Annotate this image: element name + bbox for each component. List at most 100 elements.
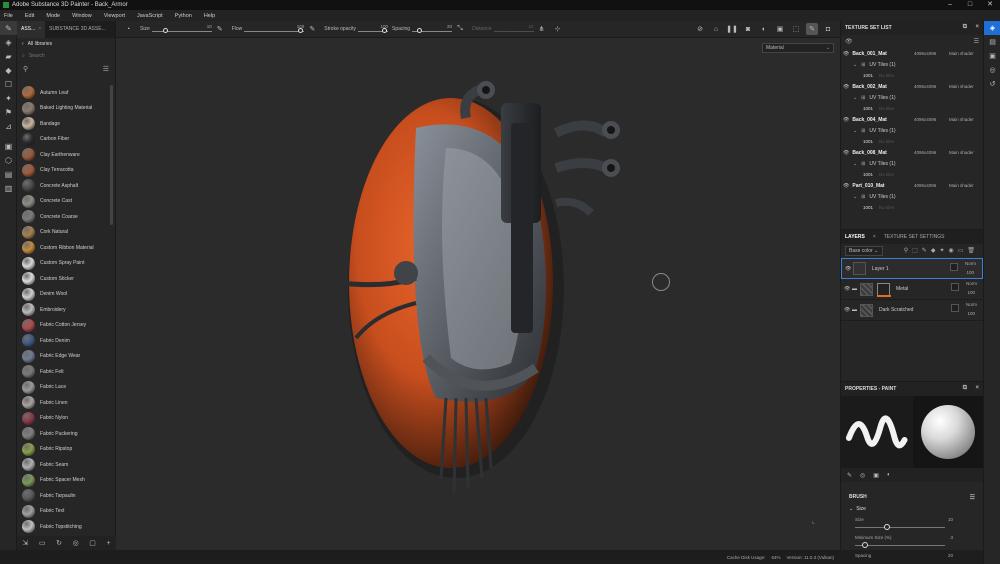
material-item[interactable]: Fabric Text — [17, 504, 109, 520]
menu-window[interactable]: Window — [72, 13, 92, 19]
layer-mask-toggle[interactable] — [951, 283, 959, 291]
brush-tab-icon[interactable]: ✎ — [847, 472, 852, 479]
eye-icon[interactable]: 👁 — [843, 183, 849, 189]
eye-icon[interactable]: 👁 — [843, 51, 849, 57]
photo-icon[interactable]: ▣ — [774, 23, 786, 35]
layer-tools[interactable]: ⚲⬚✎◆✦◉▭🗑 — [904, 247, 979, 254]
texture-set[interactable]: 👁 Part_010_Mat 4096x4096 Main shader ⌄ ⊞ UV Ti… — [841, 180, 983, 213]
clone-tool-icon[interactable]: ✦ — [0, 91, 17, 105]
texture-set-shader[interactable]: Main shader — [949, 51, 974, 56]
material-item[interactable]: Custom Spray Paint — [17, 256, 109, 272]
menu-viewport[interactable]: Viewport — [104, 13, 125, 19]
render-icon[interactable]: ◐ — [758, 23, 770, 35]
distance-slider[interactable]: 10 — [493, 24, 534, 34]
menu-mode[interactable]: Mode — [46, 13, 60, 19]
paint-tool-icon[interactable]: ✎ — [0, 21, 17, 35]
material-item[interactable]: Denim Wool — [17, 287, 109, 303]
brush-preset-icon[interactable]: ◔ — [122, 23, 134, 35]
chevron-down-icon[interactable]: ⌄ — [849, 506, 853, 512]
texture-set-shader[interactable]: Main shader — [949, 150, 974, 155]
material-tab-icon[interactable]: ◎ — [860, 472, 865, 479]
layer-row[interactable]: 👁 Layer 1 Norm 100 — [841, 258, 983, 279]
eye-icon[interactable]: 👁 — [843, 84, 849, 90]
channel-select[interactable]: Base color ⌄ — [845, 246, 883, 256]
refresh-icon[interactable]: ↻ — [56, 539, 62, 547]
material-item[interactable]: Fabric Nylon — [17, 411, 109, 427]
layer-blend-mode[interactable]: Norm — [966, 302, 977, 307]
texture-set-shader[interactable]: Main shader — [949, 84, 974, 89]
menu-file[interactable]: File — [4, 13, 13, 19]
layer-row[interactable]: 👁 ▬ Dark Scratched Norm 100 — [841, 300, 983, 321]
display-settings-icon[interactable]: ▤ — [984, 35, 1000, 49]
menu-help[interactable]: Help — [204, 13, 215, 19]
close-icon[interactable]: × — [38, 26, 41, 32]
alpha-tab-icon[interactable]: ▣ — [873, 472, 879, 479]
menu-edit[interactable]: Edit — [25, 13, 34, 19]
material-item[interactable]: Bandage — [17, 116, 109, 132]
close-icon[interactable]: × — [975, 385, 979, 391]
menu-icon[interactable]: ☰ — [970, 494, 975, 501]
material-item[interactable]: Fabric Denim — [17, 333, 109, 349]
env-icon[interactable]: ⬚ — [790, 23, 802, 35]
minimize-button[interactable]: – — [940, 0, 960, 10]
layer-opacity[interactable]: 100 — [967, 311, 975, 316]
eye-icon[interactable]: 👁 — [845, 38, 853, 45]
material-item[interactable]: Clay Terracotta — [17, 163, 109, 179]
smudge-tool-icon[interactable]: ☐ — [0, 77, 17, 91]
min-size-slider[interactable] — [855, 542, 945, 550]
texture-set-shader[interactable]: Main shader — [949, 117, 974, 122]
search-input[interactable]: ⌕ Search — [17, 50, 115, 62]
folder-icon[interactable]: ▭ — [39, 539, 46, 547]
maximize-button[interactable]: □ — [960, 0, 980, 10]
geometry-fill-icon[interactable]: ◆ — [0, 63, 17, 77]
shader-settings-icon[interactable]: ◎ — [984, 63, 1000, 77]
lazy-mouse-icon[interactable]: ⤡ — [454, 23, 466, 35]
material-item[interactable]: Custom Sticker — [17, 271, 109, 287]
mask-thumbnail[interactable] — [877, 282, 890, 296]
layer-mask-toggle[interactable] — [951, 304, 959, 312]
3d-view-icon[interactable]: ◙ — [742, 23, 754, 35]
material-item[interactable]: Cork Natural — [17, 225, 109, 241]
chevron-down-icon[interactable]: ⌄ — [853, 95, 857, 101]
bake-icon[interactable]: ▤ — [0, 167, 17, 181]
texture-set[interactable]: 👁 Back_008_Mat 4096x4096 Main shader ⌄ ⊞ UV Ti… — [841, 147, 983, 180]
eye-icon[interactable]: 👁 — [845, 266, 853, 272]
chevron-down-icon[interactable]: ⌄ — [853, 194, 857, 200]
prop-size-slider[interactable] — [855, 524, 945, 532]
polygon-fill-icon[interactable]: ⬡ — [0, 153, 17, 167]
layer-mask-toggle[interactable] — [950, 263, 958, 271]
breadcrumb[interactable]: ‹ All libraries — [17, 38, 115, 50]
eye-icon[interactable]: 👁 — [843, 117, 849, 123]
flow-slider[interactable]: 100 — [244, 24, 305, 34]
tab-assets[interactable]: ASS... × — [17, 21, 46, 38]
tab-layers-close-icon[interactable]: × — [869, 234, 880, 240]
pause-icon[interactable]: ❚❚ — [726, 23, 738, 35]
camera-icon[interactable]: ⌂ — [710, 23, 722, 35]
symmetry-icon[interactable]: ⋔ — [536, 23, 548, 35]
texture-set[interactable]: 👁 Back_004_Mat 4096x4096 Main shader ⌄ ⊞ UV Ti… — [841, 114, 983, 147]
material-item[interactable]: Fabric Cotton Jersey — [17, 318, 109, 334]
screenshot-icon[interactable]: ◘ — [822, 23, 834, 35]
view-icon[interactable]: ◎ — [73, 539, 79, 547]
close-button[interactable]: ✕ — [980, 0, 1000, 10]
chevron-left-icon[interactable]: ‹ — [22, 41, 24, 47]
layer-opacity[interactable]: 100 — [967, 290, 975, 295]
stencil-tab-icon[interactable]: ◐ — [887, 472, 891, 478]
new-folder-icon[interactable]: ▢ — [89, 539, 96, 547]
chevron-down-icon[interactable]: ⌄ — [853, 128, 857, 134]
import-icon[interactable]: ⇲ — [22, 539, 28, 547]
material-item[interactable]: Embroidery — [17, 302, 109, 318]
tab-substance-assets[interactable]: SUBSTANCE 3D ASSE... — [45, 21, 110, 38]
paint-mode-icon[interactable]: ✎ — [806, 23, 818, 35]
spacing-slider[interactable]: 20 — [412, 24, 453, 34]
eraser-tool-icon[interactable]: ◈ — [0, 35, 17, 49]
layer-row[interactable]: 👁 ▬ Metal Norm 100 — [841, 279, 983, 300]
size-section[interactable]: ⌄ Size — [841, 504, 983, 514]
add-icon[interactable]: + — [107, 540, 111, 547]
menu-python[interactable]: Python — [175, 13, 192, 19]
material-item[interactable]: Fabric Edge Wear — [17, 349, 109, 365]
material-item[interactable]: Concrete Coarse — [17, 209, 109, 225]
texture-set-icon[interactable]: ◈ — [984, 21, 1000, 35]
measure-tool-icon[interactable]: ▣ — [0, 139, 17, 153]
material-item[interactable]: Concrete Cast — [17, 194, 109, 210]
